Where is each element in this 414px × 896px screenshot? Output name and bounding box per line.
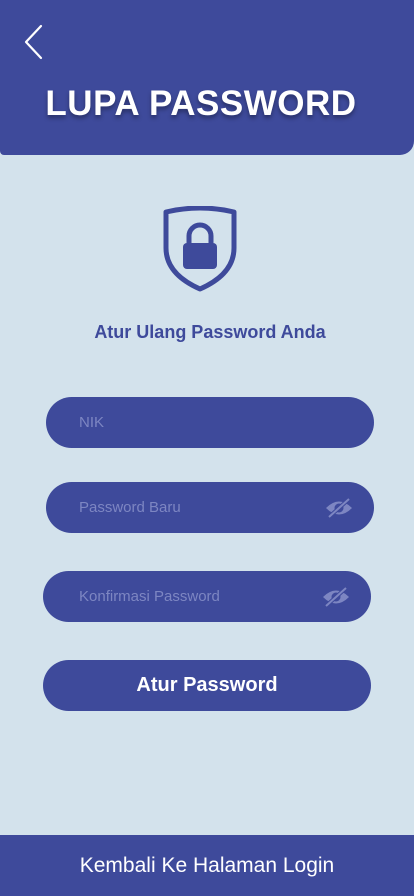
nik-input[interactable] xyxy=(46,397,374,448)
back-button[interactable] xyxy=(16,22,52,62)
confirm-password-input[interactable] xyxy=(43,571,321,622)
back-to-login-label: Kembali Ke Halaman Login xyxy=(79,853,335,877)
eye-off-icon xyxy=(323,586,349,607)
set-password-button[interactable]: Atur Password xyxy=(43,660,371,711)
chevron-left-icon xyxy=(24,24,43,60)
back-to-login-link[interactable]: Kembali Ke Halaman Login xyxy=(0,835,414,896)
page-title: LUPA PASSWORD xyxy=(45,84,357,123)
confirm-password-field xyxy=(43,571,371,622)
new-password-field xyxy=(46,482,374,533)
header-bar: LUPA PASSWORD xyxy=(0,0,414,155)
forgot-password-screen: LUPA PASSWORD Atur Ulang Password Anda N… xyxy=(0,0,414,896)
new-password-input[interactable] xyxy=(46,482,324,533)
shield-lock-icon xyxy=(163,206,237,292)
nik-field xyxy=(46,397,374,448)
subtitle: Atur Ulang Password Anda xyxy=(94,322,326,342)
toggle-confirm-password-visibility[interactable] xyxy=(321,585,351,609)
toggle-new-password-visibility[interactable] xyxy=(324,496,354,520)
eye-off-icon xyxy=(326,497,352,518)
